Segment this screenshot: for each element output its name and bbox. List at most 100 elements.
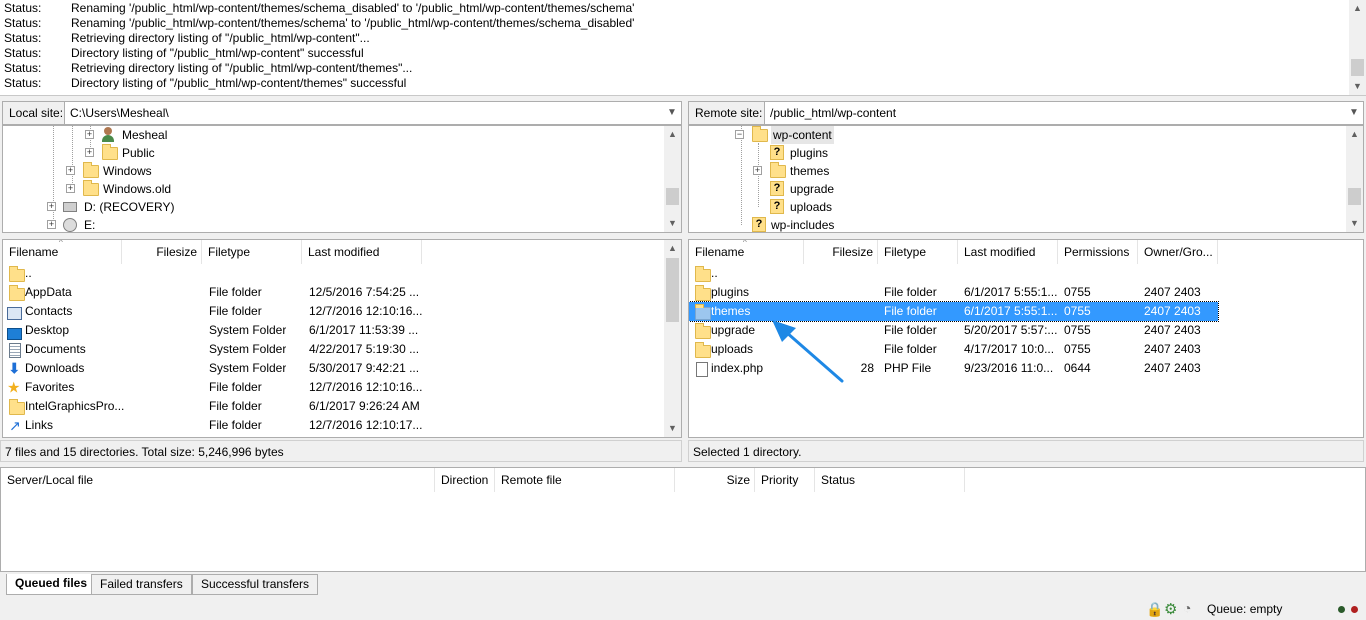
log-scrollbar[interactable]: ▲ ▼ [1349, 0, 1366, 95]
file-row[interactable]: upgrade File folder 5/20/2017 5:57:... 0… [689, 321, 1218, 340]
column-header-status[interactable]: Status [815, 468, 965, 492]
expand-icon[interactable]: + [753, 166, 762, 175]
file-icon [696, 362, 708, 378]
gear-icon: ⚙ [1164, 601, 1178, 618]
file-row[interactable]: ⬇ Downloads System Folder 5/30/2017 9:42… [3, 359, 665, 378]
scroll-thumb[interactable] [666, 258, 679, 322]
file-row[interactable]: Desktop System Folder 6/1/2017 11:53:39 … [3, 321, 665, 340]
log-line: Status: Renaming '/public_html/wp-content… [4, 1, 635, 15]
tab-failed-transfers[interactable]: Failed transfers [91, 574, 192, 595]
column-header-remote-file[interactable]: Remote file [495, 468, 675, 492]
file-row[interactable]: plugins File folder 6/1/2017 5:55:1... 0… [689, 283, 1218, 302]
file-row[interactable]: .. [3, 264, 665, 283]
file-row[interactable]: uploads File folder 4/17/2017 10:0... 07… [689, 340, 1218, 359]
scroll-up-icon[interactable]: ▲ [1346, 126, 1363, 143]
file-row[interactable]: ★ Favorites File folder 12/7/2016 12:10:… [3, 378, 665, 397]
message-log: Status: Renaming '/public_html/wp-content… [0, 0, 1366, 96]
download-icon: ⬇ [8, 360, 21, 378]
file-row[interactable]: Documents System Folder 4/22/2017 5:19:3… [3, 340, 665, 359]
folder-icon [695, 266, 711, 283]
file-row[interactable]: index.php 28 PHP File 9/23/2016 11:0... … [689, 359, 1218, 378]
file-row[interactable]: Contacts File folder 12/7/2016 12:10:16.… [3, 302, 665, 321]
column-header-direction[interactable]: Direction [435, 468, 495, 492]
folder-icon [695, 342, 711, 359]
local-directory-tree: + Mesheal + Public + Windows + Windows.o… [2, 125, 682, 233]
scroll-up-icon[interactable]: ▲ [1349, 0, 1366, 17]
unknown-folder-icon: ? [770, 199, 784, 214]
scroll-up-icon[interactable]: ▲ [664, 240, 681, 257]
log-line: Status: Renaming '/public_html/wp-content… [4, 16, 635, 30]
remote-status-text: Selected 1 directory. [688, 440, 1364, 462]
file-row[interactable]: ↗ Links File folder 12/7/2016 12:10:17..… [3, 416, 665, 435]
lock-icon: 🔒 [1146, 601, 1164, 617]
contacts-icon [7, 307, 22, 321]
column-header-priority[interactable]: Priority [755, 468, 815, 492]
scroll-down-icon[interactable]: ▼ [1349, 78, 1366, 95]
file-row-selected[interactable]: themes File folder 6/1/2017 5:55:1... 07… [689, 301, 1219, 322]
column-header-filesize[interactable]: Filesize [122, 240, 202, 264]
expand-icon[interactable]: + [85, 130, 94, 139]
file-row[interactable]: AppData File folder 12/5/2016 7:54:25 ..… [3, 283, 665, 302]
column-header-last-modified[interactable]: Last modified [302, 240, 422, 264]
collapse-icon[interactable]: − [735, 130, 744, 139]
local-file-list: Filename Filesize Filetype Last modified… [2, 239, 682, 438]
scroll-thumb[interactable] [666, 188, 679, 205]
column-header-server-local-file[interactable]: Server/Local file [1, 468, 435, 492]
expand-icon[interactable]: + [66, 166, 75, 175]
column-header-filetype[interactable]: Filetype [202, 240, 302, 264]
documents-icon [9, 343, 21, 359]
transfer-queue: Server/Local file Direction Remote file … [0, 467, 1366, 572]
column-header-last-modified[interactable]: Last modified [958, 240, 1058, 264]
local-status-text: 7 files and 15 directories. Total size: … [0, 440, 682, 462]
folder-icon [102, 144, 118, 160]
column-header-filetype[interactable]: Filetype [878, 240, 958, 264]
expand-icon[interactable]: + [47, 202, 56, 211]
scroll-down-icon[interactable]: ▼ [664, 420, 681, 437]
status-bar: 🔒 ⚙ ◔ Queue: empty [0, 598, 1366, 620]
folder-icon [695, 323, 711, 340]
folder-icon [752, 126, 768, 142]
scroll-thumb[interactable] [1348, 188, 1361, 205]
queue-status-text: Queue: empty [1207, 602, 1283, 616]
scroll-down-icon[interactable]: ▼ [1346, 215, 1363, 232]
scroll-down-icon[interactable]: ▼ [664, 215, 681, 232]
log-line: Status: Retrieving directory listing of "… [4, 61, 413, 75]
log-line: Status: Retrieving directory listing of "… [4, 31, 370, 45]
folder-icon [695, 304, 711, 321]
local-tree-scrollbar[interactable]: ▲ ▼ [664, 126, 681, 232]
remote-site-path: /public_html/wp-content [770, 106, 897, 120]
remote-site-path-combo[interactable]: /public_html/wp-content ▼ [764, 101, 1364, 125]
sort-ascending-icon: ^ [59, 239, 63, 247]
local-site-bar: Local site: C:\Users\Mesheal\ ▼ [2, 101, 682, 125]
column-header-size[interactable]: Size [675, 468, 755, 492]
folder-icon [9, 285, 25, 302]
expand-icon[interactable]: + [66, 184, 75, 193]
tab-queued-files[interactable]: Queued files [6, 574, 97, 595]
tab-successful-transfers[interactable]: Successful transfers [192, 574, 319, 595]
scroll-thumb[interactable] [1351, 59, 1364, 76]
file-row[interactable]: .. [689, 264, 1218, 283]
local-site-path-combo[interactable]: C:\Users\Mesheal\ ▼ [64, 101, 682, 125]
local-list-scrollbar[interactable]: ▲ ▼ [664, 240, 681, 437]
column-header-permissions[interactable]: Permissions [1058, 240, 1138, 264]
remote-directory-tree: − wp-content ? plugins + themes ? upgrad… [688, 125, 1364, 233]
remote-tree-scrollbar[interactable]: ▲ ▼ [1346, 126, 1363, 232]
sort-ascending-icon: ^ [743, 239, 747, 247]
star-icon: ★ [7, 379, 21, 397]
local-site-path: C:\Users\Mesheal\ [70, 106, 169, 120]
folder-icon [9, 399, 25, 416]
unknown-folder-icon: ? [770, 145, 784, 160]
column-header-owner-group[interactable]: Owner/Gro... [1138, 240, 1218, 264]
file-row[interactable]: IntelGraphicsPro... File folder 6/1/2017… [3, 397, 665, 416]
chevron-down-icon[interactable]: ▼ [1347, 102, 1361, 124]
user-icon [101, 127, 115, 142]
scroll-up-icon[interactable]: ▲ [664, 126, 681, 143]
log-line: Status: Directory listing of "/public_htm… [4, 76, 407, 90]
expand-icon[interactable]: + [85, 148, 94, 157]
column-header-filesize[interactable]: Filesize [804, 240, 878, 264]
unknown-folder-icon: ? [770, 181, 784, 196]
chevron-down-icon[interactable]: ▼ [665, 102, 679, 124]
log-line: Status: Directory listing of "/public_htm… [4, 46, 364, 60]
local-site-label: Local site: [2, 101, 64, 125]
expand-icon[interactable]: + [47, 220, 56, 229]
